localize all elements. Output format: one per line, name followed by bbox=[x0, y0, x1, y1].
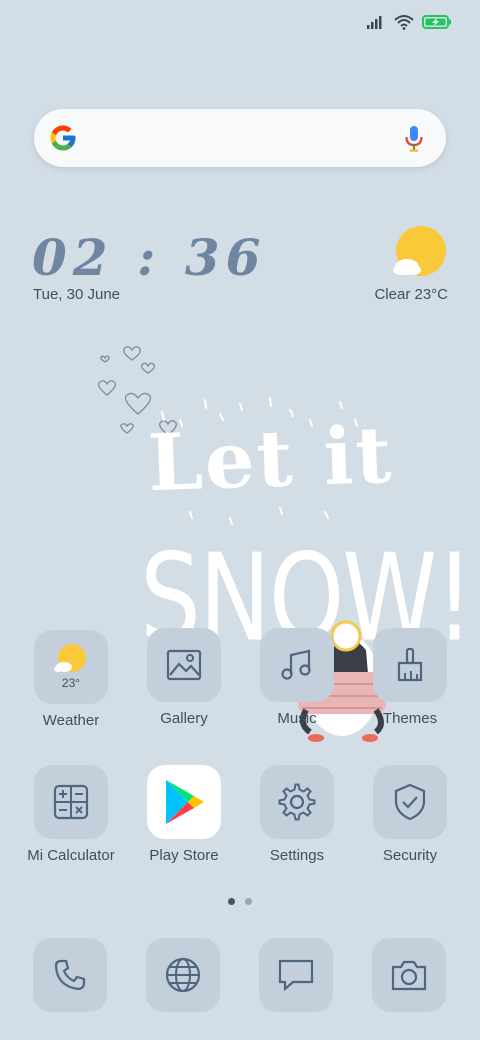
app-label: Themes bbox=[382, 710, 438, 727]
gear-icon bbox=[278, 783, 316, 821]
google-icon[interactable] bbox=[48, 123, 78, 153]
phone-icon bbox=[54, 959, 86, 991]
wifi-icon bbox=[394, 15, 414, 30]
page-indicator[interactable] bbox=[228, 898, 252, 905]
app-label: Settings bbox=[269, 847, 325, 864]
calculator-icon bbox=[53, 784, 89, 820]
app-label: Mi Calculator bbox=[27, 847, 115, 864]
calculator-app-tile[interactable] bbox=[34, 765, 108, 839]
dock-browser[interactable] bbox=[146, 938, 220, 1012]
battery-charging-icon bbox=[422, 15, 451, 29]
sun-cloud-icon[interactable] bbox=[392, 225, 448, 281]
signal-icon bbox=[367, 16, 382, 29]
settings-app-tile[interactable] bbox=[260, 765, 334, 839]
app-weather[interactable]: 23° Weather bbox=[23, 630, 119, 729]
app-label: Play Store bbox=[149, 847, 219, 864]
dock-messages[interactable] bbox=[259, 938, 333, 1012]
page-dot-1[interactable] bbox=[228, 898, 235, 905]
paintbrush-icon bbox=[397, 647, 423, 682]
music-app-tile[interactable] bbox=[260, 628, 334, 702]
app-themes[interactable]: Themes bbox=[362, 628, 458, 727]
app-mi-calculator[interactable]: Mi Calculator bbox=[23, 765, 119, 864]
weather-tile-temp: 23° bbox=[61, 676, 81, 690]
message-icon bbox=[278, 959, 314, 992]
app-play-store[interactable]: Play Store bbox=[136, 765, 232, 864]
google-search-bar[interactable] bbox=[34, 109, 446, 167]
play-store-icon bbox=[166, 780, 204, 824]
camera-icon bbox=[391, 960, 427, 991]
clock-time[interactable]: 02 : 36 bbox=[32, 228, 266, 287]
app-label: Security bbox=[382, 847, 438, 864]
themes-app-tile[interactable] bbox=[373, 628, 447, 702]
weather-app-tile[interactable]: 23° bbox=[34, 630, 108, 704]
microphone-icon[interactable] bbox=[404, 125, 424, 153]
security-app-tile[interactable] bbox=[373, 765, 447, 839]
app-settings[interactable]: Settings bbox=[249, 765, 345, 864]
page-dot-2[interactable] bbox=[245, 898, 252, 905]
app-gallery[interactable]: Gallery bbox=[136, 628, 232, 727]
app-label: Weather bbox=[42, 712, 100, 729]
weather-condition-temp[interactable]: Clear 23°C bbox=[374, 286, 448, 303]
app-label: Music bbox=[277, 710, 317, 727]
play-store-app-tile[interactable] bbox=[147, 765, 221, 839]
app-label: Gallery bbox=[160, 710, 208, 727]
dock-camera[interactable] bbox=[372, 938, 446, 1012]
gallery-app-tile[interactable] bbox=[147, 628, 221, 702]
music-note-icon bbox=[281, 649, 311, 680]
shield-check-icon bbox=[394, 783, 426, 821]
app-music[interactable]: Music bbox=[249, 628, 345, 727]
status-bar bbox=[366, 12, 452, 32]
clock-date[interactable]: Tue, 30 June bbox=[33, 286, 120, 303]
image-icon bbox=[166, 649, 202, 681]
dock-phone[interactable] bbox=[33, 938, 107, 1012]
app-security[interactable]: Security bbox=[362, 765, 458, 864]
globe-icon bbox=[165, 957, 201, 993]
sun-cloud-icon bbox=[54, 644, 86, 672]
snowflake-dots bbox=[161, 397, 358, 525]
